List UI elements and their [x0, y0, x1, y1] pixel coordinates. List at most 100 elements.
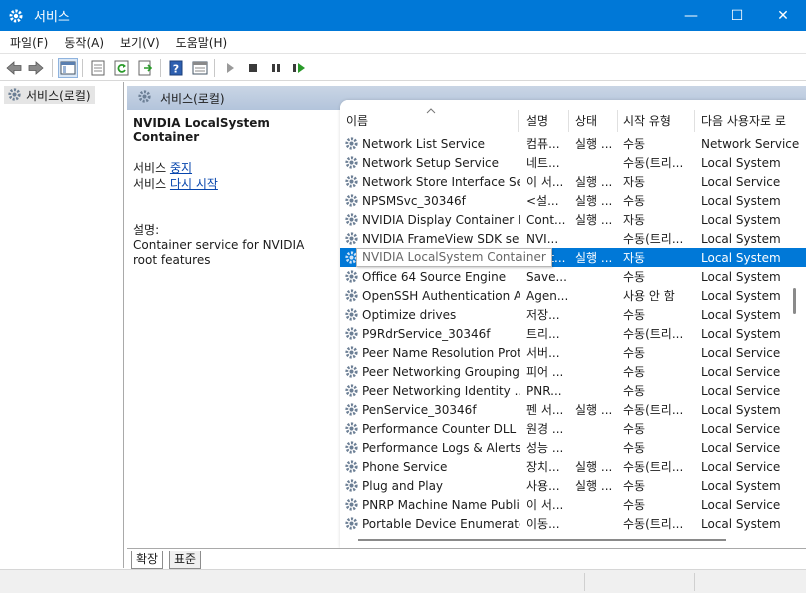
column-divider[interactable]: [568, 110, 569, 132]
table-row[interactable]: Phone Service 장치... 실행 ... 수동(트리... Local Se…: [340, 457, 806, 476]
service-name: Optimize drives: [362, 308, 457, 322]
export-list-icon[interactable]: [136, 58, 156, 78]
horizontal-scrollbar[interactable]: [358, 539, 726, 541]
table-row[interactable]: Office 64 Source Engine Save... 수동 Local Sy…: [340, 267, 806, 286]
stop-service-line: 서비스 중지: [133, 160, 329, 176]
column-header-startup-type[interactable]: 시작 유형: [623, 112, 693, 132]
service-name: Performance Counter DLL ...: [362, 422, 520, 436]
service-details-panel: NVIDIA LocalSystem Container 서비스 중지 서비스 …: [127, 110, 335, 550]
maximize-button[interactable]: ☐: [714, 0, 760, 31]
restart-service-link[interactable]: 다시 시작: [170, 177, 218, 191]
start-service-icon[interactable]: [220, 58, 240, 78]
service-startup-type: 수동(트리...: [623, 232, 684, 246]
service-gear-icon: [344, 516, 359, 534]
menu-view[interactable]: 보기(V): [114, 34, 166, 51]
column-divider[interactable]: [518, 110, 519, 132]
forward-arrow-icon[interactable]: [26, 58, 46, 78]
table-row[interactable]: Optimize drives 저장... 수동 Local System: [340, 305, 806, 324]
table-row[interactable]: NVIDIA FrameView SDK se... NVI... 수동(트리...…: [340, 229, 806, 248]
service-gear-icon: [344, 326, 359, 344]
title-bar[interactable]: 서비스 — ☐ ✕: [0, 0, 806, 31]
menu-file[interactable]: 파일(F): [4, 34, 54, 51]
console-tree: 서비스(로컬): [0, 82, 124, 568]
stop-prefix: 서비스: [133, 161, 170, 175]
back-arrow-icon[interactable]: [4, 58, 24, 78]
column-header-description[interactable]: 설명: [526, 112, 566, 132]
service-startup-type: 수동: [623, 194, 646, 208]
stop-service-icon[interactable]: [243, 58, 263, 78]
tree-item-services-local[interactable]: 서비스(로컬): [4, 86, 95, 104]
table-row[interactable]: Network Setup Service 네트... 수동(트리... Local …: [340, 153, 806, 172]
column-header-log-on-as[interactable]: 다음 사용자로 로: [701, 112, 806, 132]
help-icon[interactable]: ?: [166, 58, 186, 78]
table-row[interactable]: NVIDIA Display Container LS Cont... 실행 ...…: [340, 210, 806, 229]
service-startup-type: 수동: [623, 422, 646, 436]
console-tree-icon[interactable]: [58, 58, 78, 78]
table-row[interactable]: PNRP Machine Name Publi... 이 서... 수동 Local …: [340, 495, 806, 514]
list-header: 이름 설명 상태 시작 유형 다음 사용자로 로: [340, 100, 806, 134]
menu-bar: 파일(F) 동작(A) 보기(V) 도움말(H): [0, 31, 806, 53]
service-status: [575, 364, 621, 380]
stop-service-link[interactable]: 중지: [170, 161, 192, 175]
service-name: Peer Networking Identity ...: [362, 384, 520, 398]
column-divider[interactable]: [617, 110, 618, 132]
table-row[interactable]: OpenSSH Authentication A... Agen... 사용 안 함…: [340, 286, 806, 305]
service-status: [575, 155, 621, 171]
properties-icon[interactable]: [88, 58, 108, 78]
table-row[interactable]: P9RdrService_30346f 트리... 수동(트리... Local Sy…: [340, 324, 806, 343]
service-log-on-as: Local System: [701, 517, 781, 531]
close-button[interactable]: ✕: [760, 0, 806, 31]
table-row[interactable]: Peer Name Resolution Prot... 서버... 수동 Local…: [340, 343, 806, 362]
service-log-on-as: Local System: [701, 251, 781, 265]
service-name: Network Store Interface Se...: [362, 175, 520, 189]
menu-help[interactable]: 도움말(H): [170, 34, 234, 51]
status-bar: [0, 569, 806, 593]
service-gear-icon: [344, 136, 359, 154]
table-row[interactable]: Performance Counter DLL ... 원경 ... 수동 Local…: [340, 419, 806, 438]
column-header-name[interactable]: 이름: [346, 112, 516, 132]
restart-service-icon[interactable]: [289, 58, 309, 78]
service-status: [575, 307, 621, 323]
table-row[interactable]: NPSMSvc_30346f <설... 실행 ... 수동 Local System: [340, 191, 806, 210]
description-label: 설명:: [133, 223, 160, 237]
service-description: 장치...: [526, 460, 560, 474]
column-divider[interactable]: [694, 110, 695, 132]
table-row[interactable]: Peer Networking Identity ... PNR... 수동 Loca…: [340, 381, 806, 400]
service-startup-type: 수동: [623, 441, 646, 455]
refresh-icon[interactable]: [112, 58, 132, 78]
service-name: NVIDIA FrameView SDK se...: [362, 232, 520, 246]
menu-action[interactable]: 동작(A): [58, 34, 110, 51]
show-action-pane-icon[interactable]: [190, 58, 210, 78]
table-row[interactable]: Performance Logs & Alerts 성능 ... 수동 Local S…: [340, 438, 806, 457]
column-header-status[interactable]: 상태: [575, 112, 619, 132]
toolbar-separator: [82, 59, 83, 77]
service-name: P9RdrService_30346f: [362, 327, 491, 341]
service-gear-icon: [344, 402, 359, 420]
table-row[interactable]: Plug and Play 사용... 실행 ... 수동 Local System: [340, 476, 806, 495]
service-startup-type: 사용 안 함: [623, 289, 675, 303]
service-startup-type: 자동: [623, 175, 646, 189]
svg-text:?: ?: [173, 63, 179, 76]
table-row[interactable]: PenService_30346f 펜 서... 실행 ... 수동(트리... Loc…: [340, 400, 806, 419]
table-row[interactable]: NVIDIA LocalSystem ContainerCont...실행 ..…: [340, 248, 806, 267]
table-row[interactable]: Network Store Interface Se... 이 서... 실행 ..…: [340, 172, 806, 191]
service-startup-type: 수동(트리...: [623, 403, 684, 417]
service-log-on-as: Local System: [701, 270, 781, 284]
service-startup-type: 수동: [623, 137, 646, 151]
service-name: Phone Service: [362, 460, 448, 474]
tab-standard[interactable]: 표준: [169, 551, 202, 569]
service-status: 실행 ...: [575, 213, 613, 227]
pause-service-icon[interactable]: [266, 58, 286, 78]
service-name: NPSMSvc_30346f: [362, 194, 466, 208]
tab-extended[interactable]: 확장: [131, 551, 164, 569]
table-row[interactable]: Peer Networking Grouping 피어 ... 수동 Local Se…: [340, 362, 806, 381]
service-log-on-as: Local Service: [701, 422, 781, 436]
vertical-scrollbar[interactable]: [793, 288, 796, 314]
table-row[interactable]: Portable Device Enumerato... 이동... 수동(트리..…: [340, 514, 806, 533]
service-log-on-as: Local System: [701, 308, 781, 322]
service-description: 원경 ...: [526, 422, 564, 436]
service-gear-icon: [344, 478, 359, 496]
minimize-button[interactable]: —: [668, 0, 714, 31]
table-row[interactable]: Network List Service 컴퓨... 실행 ... 수동 Network…: [340, 134, 806, 153]
service-log-on-as: Local Service: [701, 441, 781, 455]
